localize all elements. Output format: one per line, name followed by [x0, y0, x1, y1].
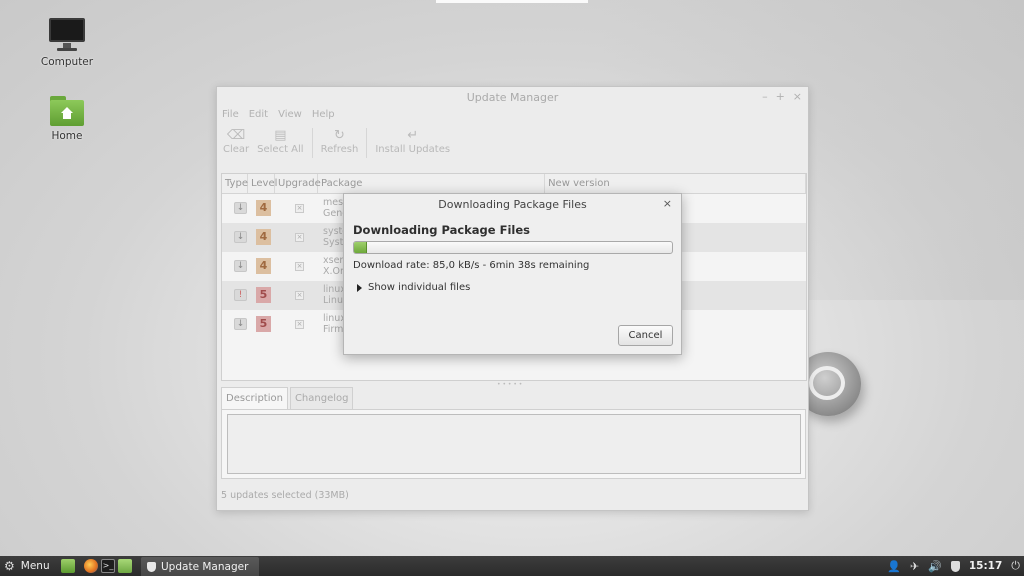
terminal-icon[interactable]: >_	[101, 559, 115, 573]
level-badge: 4	[256, 229, 271, 245]
toolbar-separator	[366, 128, 368, 158]
system-tray: 👤 ✈ 🔊 15:17 ⏻	[887, 556, 1020, 576]
dialog-close-button[interactable]: ×	[663, 194, 672, 214]
download-rate-text: Download rate: 85,0 kB/s - 6min 38s rema…	[353, 260, 590, 271]
table-header: Type Level Upgrade Package New version	[222, 174, 806, 194]
refresh-icon: ↻	[334, 128, 345, 143]
level-badge: 4	[256, 258, 271, 274]
column-level[interactable]: Level	[248, 174, 277, 193]
close-button[interactable]: ×	[793, 87, 802, 109]
tab-changelog[interactable]: Changelog	[289, 387, 354, 409]
expander-label: Show individual files	[368, 282, 471, 293]
description-text-area[interactable]	[227, 414, 801, 474]
clear-label: Clear	[223, 144, 250, 155]
window-titlebar[interactable]: Update Manager – + ×	[217, 87, 808, 109]
pane-splitter-handle[interactable]: • • • • •	[497, 381, 522, 388]
minimize-button[interactable]: –	[762, 87, 768, 109]
level-badge: 5	[256, 316, 271, 332]
upgrade-checkbox[interactable]: ×	[295, 204, 304, 213]
package-type-icon: ↓	[234, 202, 247, 214]
refresh-label: Refresh	[320, 144, 359, 155]
package-type-icon: ↓	[234, 231, 247, 243]
column-new-version[interactable]: New version	[545, 174, 806, 193]
clock[interactable]: 15:17	[969, 560, 1002, 572]
level-badge: 4	[256, 200, 271, 216]
show-desktop-icon[interactable]	[61, 559, 75, 573]
dialog-titlebar[interactable]: Downloading Package Files ×	[344, 194, 681, 215]
menu-button[interactable]: ⚙ Menu	[4, 556, 50, 576]
upgrade-checkbox[interactable]: ×	[295, 233, 304, 242]
select-all-label: Select All	[257, 144, 304, 155]
power-icon[interactable]: ⏻	[1011, 559, 1020, 573]
expander-arrow-icon	[357, 283, 362, 292]
column-type[interactable]: Type	[222, 174, 248, 193]
network-icon[interactable]: ✈	[910, 560, 919, 573]
menubar: File Edit View Help	[217, 109, 808, 123]
column-upgrade[interactable]: Upgrade	[275, 174, 321, 193]
column-package[interactable]: Package	[318, 174, 546, 193]
package-type-icon: ↓	[234, 318, 247, 330]
upgrade-checkbox[interactable]: ×	[295, 320, 304, 329]
menu-view[interactable]: View	[278, 109, 302, 123]
progress-fill	[354, 242, 367, 253]
install-updates-button[interactable]: ↵ Install Updates	[375, 128, 450, 155]
home-folder-icon	[50, 96, 84, 126]
menu-file[interactable]: File	[222, 109, 239, 123]
computer-icon	[49, 16, 85, 52]
maximize-button[interactable]: +	[776, 87, 785, 109]
level-badge: 5	[256, 287, 271, 303]
clear-button[interactable]: ⌫ Clear	[223, 128, 249, 155]
security-warning-icon: !	[234, 289, 247, 301]
install-icon: ↵	[407, 128, 419, 143]
toolbar-separator	[311, 128, 313, 158]
wallpaper-highlight	[436, 0, 588, 3]
update-shield-icon[interactable]	[950, 560, 960, 572]
user-icon[interactable]: 👤	[887, 560, 901, 573]
description-panel	[221, 409, 806, 479]
show-individual-files-expander[interactable]: Show individual files	[357, 282, 470, 293]
desktop-icon-label: Home	[51, 130, 83, 142]
select-all-icon: ▤	[274, 128, 287, 143]
upgrade-checkbox[interactable]: ×	[295, 291, 304, 300]
menu-help[interactable]: Help	[312, 109, 335, 123]
status-text: 5 updates selected (33MB)	[221, 490, 349, 501]
toolbar: ⌫ Clear ▤ Select All ↻ Refresh ↵ Install…	[217, 123, 808, 161]
select-all-button[interactable]: ▤ Select All	[257, 128, 303, 155]
install-updates-label: Install Updates	[375, 144, 451, 155]
files-icon[interactable]	[118, 559, 132, 573]
taskbar-item-label: Update Manager	[161, 560, 249, 573]
window-title: Update Manager	[466, 91, 559, 104]
firefox-icon[interactable]	[84, 559, 98, 573]
taskbar: ⚙ Menu >_ Update Manager 👤 ✈ 🔊 15:17 ⏻	[0, 556, 1024, 576]
shield-icon	[147, 561, 156, 572]
menu-edit[interactable]: Edit	[249, 109, 268, 123]
menu-gear-icon: ⚙	[4, 559, 15, 573]
dialog-heading: Downloading Package Files	[353, 223, 530, 237]
upgrade-checkbox[interactable]: ×	[295, 262, 304, 271]
refresh-button[interactable]: ↻ Refresh	[321, 128, 359, 155]
download-dialog: Downloading Package Files × Downloading …	[343, 193, 682, 355]
package-type-icon: ↓	[234, 260, 247, 272]
dialog-title: Downloading Package Files	[438, 198, 587, 211]
menu-label: Menu	[20, 560, 50, 572]
download-progress-bar	[353, 241, 673, 254]
volume-icon[interactable]: 🔊	[928, 560, 942, 573]
desktop-icon-computer[interactable]: Computer	[27, 16, 107, 68]
desktop-icon-home[interactable]: Home	[27, 92, 107, 142]
taskbar-item-update-manager[interactable]: Update Manager	[141, 557, 259, 576]
cancel-button[interactable]: Cancel	[618, 325, 673, 346]
desktop-icon-label: Computer	[40, 56, 94, 68]
details-tabs: Description Changelog	[221, 387, 355, 409]
tab-description[interactable]: Description	[221, 387, 288, 409]
clear-icon: ⌫	[226, 128, 246, 143]
